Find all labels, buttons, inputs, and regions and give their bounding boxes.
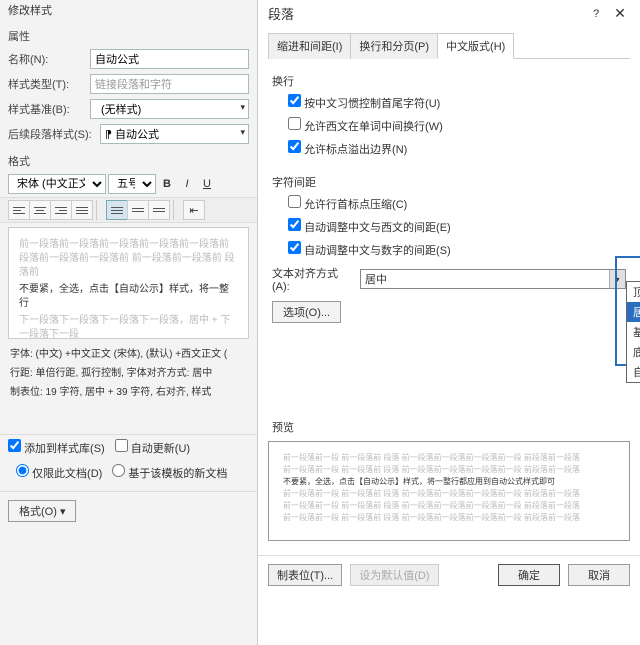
font-toolbar: 宋体 (中文正文) 五号 B I U (0, 171, 257, 197)
line-break-group: 换行 (258, 71, 640, 91)
format-section-label: 格式 (0, 147, 257, 171)
help-button[interactable]: ? (586, 8, 606, 20)
type-input (90, 74, 249, 94)
tab-line-page-breaks[interactable]: 换行和分页(P) (350, 33, 438, 59)
compress-punct-checkbox[interactable]: 允许行首标点压缩(C) (288, 195, 407, 212)
left-title: 修改样式 (0, 0, 257, 22)
preview-grey-line: 前一段落前一段 前一段落前 段落 前一段落前一段落前一段落前一段 前段落前一段落 (283, 512, 615, 524)
cjk-line-break-checkbox[interactable]: 按中文习惯控制首尾字符(U) (288, 94, 440, 111)
line-spacing-3-button[interactable] (148, 200, 170, 220)
font-size-select[interactable]: 五号 (108, 174, 156, 194)
hanging-punct-checkbox[interactable]: 允许标点溢出边界(N) (288, 140, 407, 157)
preview-grey-line: 前一段落前一段落前一段落前一段落前一段落前 (19, 238, 238, 252)
ok-button[interactable]: 确定 (498, 564, 560, 586)
text-align-label: 文本对齐方式(A): (272, 265, 354, 293)
template-radio[interactable]: 基于该模板的新文档 (112, 464, 227, 481)
properties-label: 属性 (0, 22, 257, 46)
auto-update-checkbox[interactable]: 自动更新(U) (115, 439, 190, 456)
chevron-down-icon[interactable]: ▾ (609, 270, 625, 288)
align-right-button[interactable] (50, 200, 72, 220)
font-family-select[interactable]: 宋体 (中文正文) (8, 174, 106, 194)
tab-asian-typography[interactable]: 中文版式(H) (437, 33, 514, 59)
preview-grey-line: 前一段落前一段 前一段落前 段落 前一段落前一段落前一段落前一段 前段落前一段落 (283, 452, 615, 464)
align-left-button[interactable] (8, 200, 30, 220)
name-label: 名称(N): (8, 51, 90, 67)
dropdown-item-bottom[interactable]: 底端对齐 (627, 342, 640, 362)
underline-button[interactable]: U (198, 175, 216, 193)
cjk-latin-spacing-checkbox[interactable]: 自动调整中文与西文的间距(E) (288, 218, 451, 235)
style-info-line: 制表位: 19 字符, 居中 + 39 字符, 右对齐, 样式 (0, 385, 257, 404)
paragraph-dialog: 段落 ? ✕ 缩进和间距(I) 换行和分页(P) 中文版式(H) 换行 按中文习… (258, 0, 640, 645)
align-center-button[interactable] (29, 200, 51, 220)
preview-grey-line: 段落前一段落前一段落前 前一段落前一段落前 段落前 (19, 252, 238, 280)
tabs: 缩进和间距(I) 换行和分页(P) 中文版式(H) (268, 33, 630, 59)
set-default-button: 设为默认值(D) (350, 564, 438, 586)
preview-grey-line: 下一段落下一段落下一段落下一段落，居中 + 下一段落下一段 (19, 314, 238, 339)
preview-sample-text: 不要紧，全选，点击【自动公示】样式，将一整行都应用到自动公式样式即可 (283, 476, 615, 488)
name-input[interactable] (90, 49, 249, 69)
line-spacing-2-button[interactable] (127, 200, 149, 220)
style-info-line: 行距: 单倍行距, 孤行控制, 字体对齐方式: 居中 (0, 366, 257, 385)
dropdown-item-auto[interactable]: 自动设置 (627, 362, 640, 382)
preview-grey-line: 前一段落前一段 前一段落前 段落 前一段落前一段落前一段落前一段 前段落前一段落 (283, 488, 615, 500)
dropdown-item-top[interactable]: 顶端对齐 (627, 282, 640, 302)
cancel-button[interactable]: 取消 (568, 564, 630, 586)
format-dropdown-button[interactable]: 格式(O) ▾ (8, 500, 76, 522)
follow-label: 后续段落样式(S): (8, 126, 100, 142)
modify-style-dialog: 修改样式 属性 名称(N): 样式类型(T): 样式基准(B): ▾ 后续段落样… (0, 0, 258, 645)
italic-button[interactable]: I (178, 175, 196, 193)
add-to-gallery-checkbox[interactable]: 添加到样式库(S) (8, 439, 105, 456)
dialog-buttons: 制表位(T)... 设为默认值(D) 确定 取消 (258, 555, 640, 594)
chevron-down-icon: ▾ (240, 127, 245, 138)
base-label: 样式基准(B): (8, 101, 90, 117)
text-align-combo[interactable]: 居中 (360, 269, 626, 289)
indent-decrease-button[interactable]: ⇤ (183, 200, 205, 220)
preview-label: 预览 (258, 417, 640, 437)
right-title: 段落 (268, 4, 586, 23)
close-button[interactable]: ✕ (606, 5, 634, 22)
preview-sample-text: 不要紧，全选，点击【自动公示】样式，将一整行 (19, 283, 238, 311)
preview-grey-line: 前一段落前一段 前一段落前 段落 前一段落前一段落前一段落前一段 前段落前一段落 (283, 464, 615, 476)
dropdown-item-baseline[interactable]: 基线对齐 (627, 322, 640, 342)
paragraph-toolbar: ⇤ (0, 197, 257, 223)
style-info-line: 字体: (中文) +中文正文 (宋体), (默认) +西文正文 ( (0, 343, 257, 366)
this-doc-radio[interactable]: 仅限此文档(D) (16, 464, 102, 481)
dropdown-item-center[interactable]: 居中 (627, 302, 640, 322)
options-button[interactable]: 选项(O)... (272, 301, 341, 323)
line-spacing-1-button[interactable] (106, 200, 128, 220)
align-justify-button[interactable] (71, 200, 93, 220)
style-preview: 前一段落前一段落前一段落前一段落前一段落前 段落前一段落前一段落前 前一段落前一… (8, 227, 249, 339)
tab-indent-spacing[interactable]: 缩进和间距(I) (268, 33, 351, 59)
type-label: 样式类型(T): (8, 76, 90, 92)
base-select[interactable] (90, 99, 249, 119)
latin-word-wrap-checkbox[interactable]: 允许西文在单词中间换行(W) (288, 117, 443, 134)
follow-select[interactable] (100, 124, 249, 144)
char-spacing-group: 字符间距 (258, 172, 640, 192)
chevron-down-icon: ▾ (240, 102, 245, 113)
preview-grey-line: 前一段落前一段 前一段落前 段落 前一段落前一段落前一段落前一段 前段落前一段落 (283, 500, 615, 512)
bold-button[interactable]: B (158, 175, 176, 193)
tab-stops-button[interactable]: 制表位(T)... (268, 564, 342, 586)
paragraph-preview: 前一段落前一段 前一段落前 段落 前一段落前一段落前一段落前一段 前段落前一段落… (268, 441, 630, 541)
cjk-number-spacing-checkbox[interactable]: 自动调整中文与数字的间距(S) (288, 241, 451, 258)
text-align-dropdown: 顶端对齐 居中 基线对齐 底端对齐 自动设置 (626, 281, 640, 383)
